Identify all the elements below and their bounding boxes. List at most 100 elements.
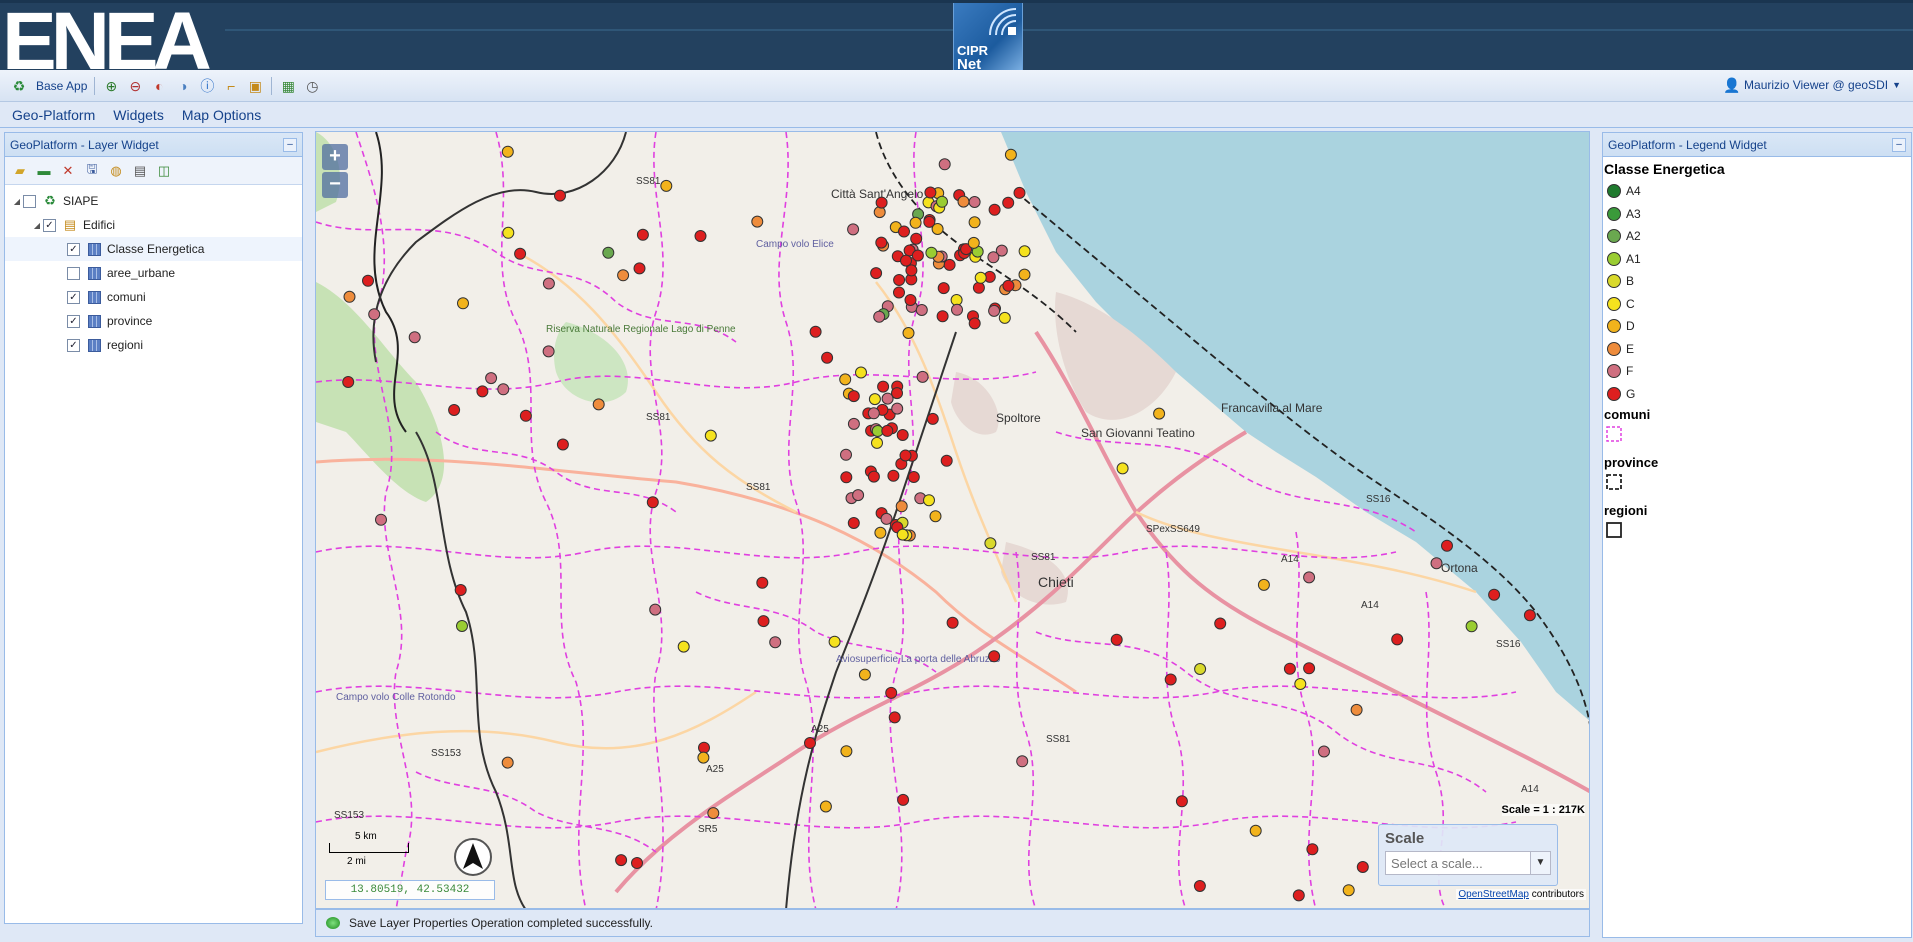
building-point[interactable]	[926, 412, 939, 425]
tree-row-province[interactable]: ✓ province	[5, 309, 302, 333]
building-point[interactable]	[896, 429, 909, 441]
expand-arrow-icon[interactable]: ◢	[11, 197, 23, 206]
building-point[interactable]	[893, 274, 906, 286]
zoom-next-icon[interactable]: ◑	[174, 77, 192, 95]
building-point[interactable]	[454, 584, 467, 596]
building-point[interactable]	[1018, 268, 1031, 281]
building-point[interactable]	[1306, 843, 1319, 856]
building-point[interactable]	[1249, 824, 1262, 837]
building-point[interactable]	[660, 179, 673, 192]
layer-checkbox[interactable]: ✓	[67, 314, 80, 328]
building-point[interactable]	[898, 225, 910, 238]
menu-map-options[interactable]: Map Options	[182, 107, 261, 123]
zoom-out-icon[interactable]: ⊖	[126, 77, 144, 95]
building-point[interactable]	[1294, 678, 1307, 690]
building-point[interactable]	[891, 402, 904, 415]
building-point[interactable]	[514, 247, 527, 260]
building-point[interactable]	[636, 228, 649, 241]
map-panel[interactable]: Città Sant'Angelo Spoltore San Giovanni …	[315, 131, 1590, 909]
building-point[interactable]	[821, 351, 834, 364]
building-point[interactable]	[936, 310, 949, 323]
tree-row-edifici[interactable]: ◢ ✓ ▤ Edifici	[5, 213, 302, 237]
building-point[interactable]	[923, 215, 936, 228]
building-point[interactable]	[1013, 186, 1026, 199]
building-point[interactable]	[697, 751, 710, 764]
building-point[interactable]	[1175, 795, 1188, 808]
building-point[interactable]	[602, 246, 615, 259]
building-point[interactable]	[751, 215, 764, 228]
building-point[interactable]	[704, 429, 717, 442]
building-point[interactable]	[900, 254, 912, 267]
building-point[interactable]	[847, 390, 860, 403]
building-point[interactable]	[342, 376, 355, 388]
building-point[interactable]	[881, 424, 894, 437]
map-canvas[interactable]: Città Sant'Angelo Spoltore San Giovanni …	[316, 132, 1590, 909]
building-point[interactable]	[362, 274, 374, 287]
layer-checkbox[interactable]: ✓	[43, 218, 56, 232]
building-point[interactable]	[875, 196, 888, 209]
building-point[interactable]	[936, 195, 948, 208]
chevron-down-icon[interactable]: ▼	[1530, 852, 1550, 874]
building-point[interactable]	[698, 741, 710, 754]
building-point[interactable]	[819, 800, 832, 813]
building-point[interactable]	[887, 469, 900, 482]
building-point[interactable]	[968, 196, 981, 208]
building-point[interactable]	[858, 668, 871, 681]
building-point[interactable]	[870, 267, 883, 280]
building-point[interactable]	[1283, 662, 1296, 675]
building-point[interactable]	[617, 269, 630, 282]
building-point[interactable]	[907, 471, 920, 483]
building-point[interactable]	[1116, 462, 1129, 475]
building-point[interactable]	[910, 232, 923, 245]
building-point[interactable]	[987, 251, 1000, 264]
building-point[interactable]	[677, 640, 690, 653]
building-point[interactable]	[880, 512, 893, 525]
building-point[interactable]	[968, 317, 981, 330]
building-point[interactable]	[1465, 620, 1478, 633]
building-point[interactable]	[633, 262, 646, 275]
building-point[interactable]	[840, 745, 853, 758]
layer-checkbox[interactable]: ✓	[67, 290, 80, 304]
building-point[interactable]	[707, 807, 720, 820]
building-point[interactable]	[804, 737, 816, 749]
building-point[interactable]	[871, 436, 883, 449]
user-menu[interactable]: 👤 Maurizio Viewer @ geoSDI ▼	[1720, 76, 1901, 94]
building-point[interactable]	[1391, 633, 1404, 646]
building-point[interactable]	[497, 383, 510, 396]
scale-select[interactable]: Select a scale... ▼	[1385, 851, 1551, 875]
building-point[interactable]	[909, 216, 922, 229]
building-point[interactable]	[1164, 673, 1177, 686]
building-point[interactable]	[1430, 557, 1443, 570]
building-point[interactable]	[809, 325, 822, 338]
zoom-in-icon[interactable]: ⊕	[102, 77, 120, 95]
building-point[interactable]	[1523, 609, 1536, 622]
building-point[interactable]	[946, 616, 959, 629]
building-point[interactable]	[984, 537, 997, 550]
collapse-button[interactable]: –	[1892, 138, 1906, 152]
building-point[interactable]	[1342, 884, 1355, 897]
building-point[interactable]	[839, 373, 852, 386]
tree-row-siape[interactable]: ◢ ♻ SIAPE	[5, 189, 302, 213]
building-point[interactable]	[757, 615, 770, 628]
building-point[interactable]	[1153, 407, 1166, 420]
delete-icon[interactable]: ✕	[58, 161, 78, 181]
save-map-icon[interactable]: ▦	[279, 77, 297, 95]
building-point[interactable]	[649, 603, 662, 616]
building-point[interactable]	[1016, 755, 1029, 768]
building-point[interactable]	[988, 304, 1001, 317]
tree-row-aree-urbane[interactable]: aree_urbane	[5, 261, 302, 285]
tree-row-comuni[interactable]: ✓ comuni	[5, 285, 302, 309]
building-point[interactable]	[1193, 880, 1206, 892]
clock-icon[interactable]: ◷	[303, 77, 321, 95]
building-point[interactable]	[1303, 571, 1316, 584]
building-point[interactable]	[485, 372, 498, 385]
layer-checkbox[interactable]	[23, 194, 36, 208]
building-point[interactable]	[902, 327, 915, 339]
building-point[interactable]	[840, 471, 853, 484]
base-app-button[interactable]: ♻ Base App	[4, 74, 90, 98]
building-point[interactable]	[1350, 703, 1363, 716]
building-point[interactable]	[881, 392, 894, 405]
building-point[interactable]	[1002, 196, 1015, 209]
save-icon[interactable]: 🖫	[82, 161, 102, 181]
building-point[interactable]	[828, 635, 841, 648]
